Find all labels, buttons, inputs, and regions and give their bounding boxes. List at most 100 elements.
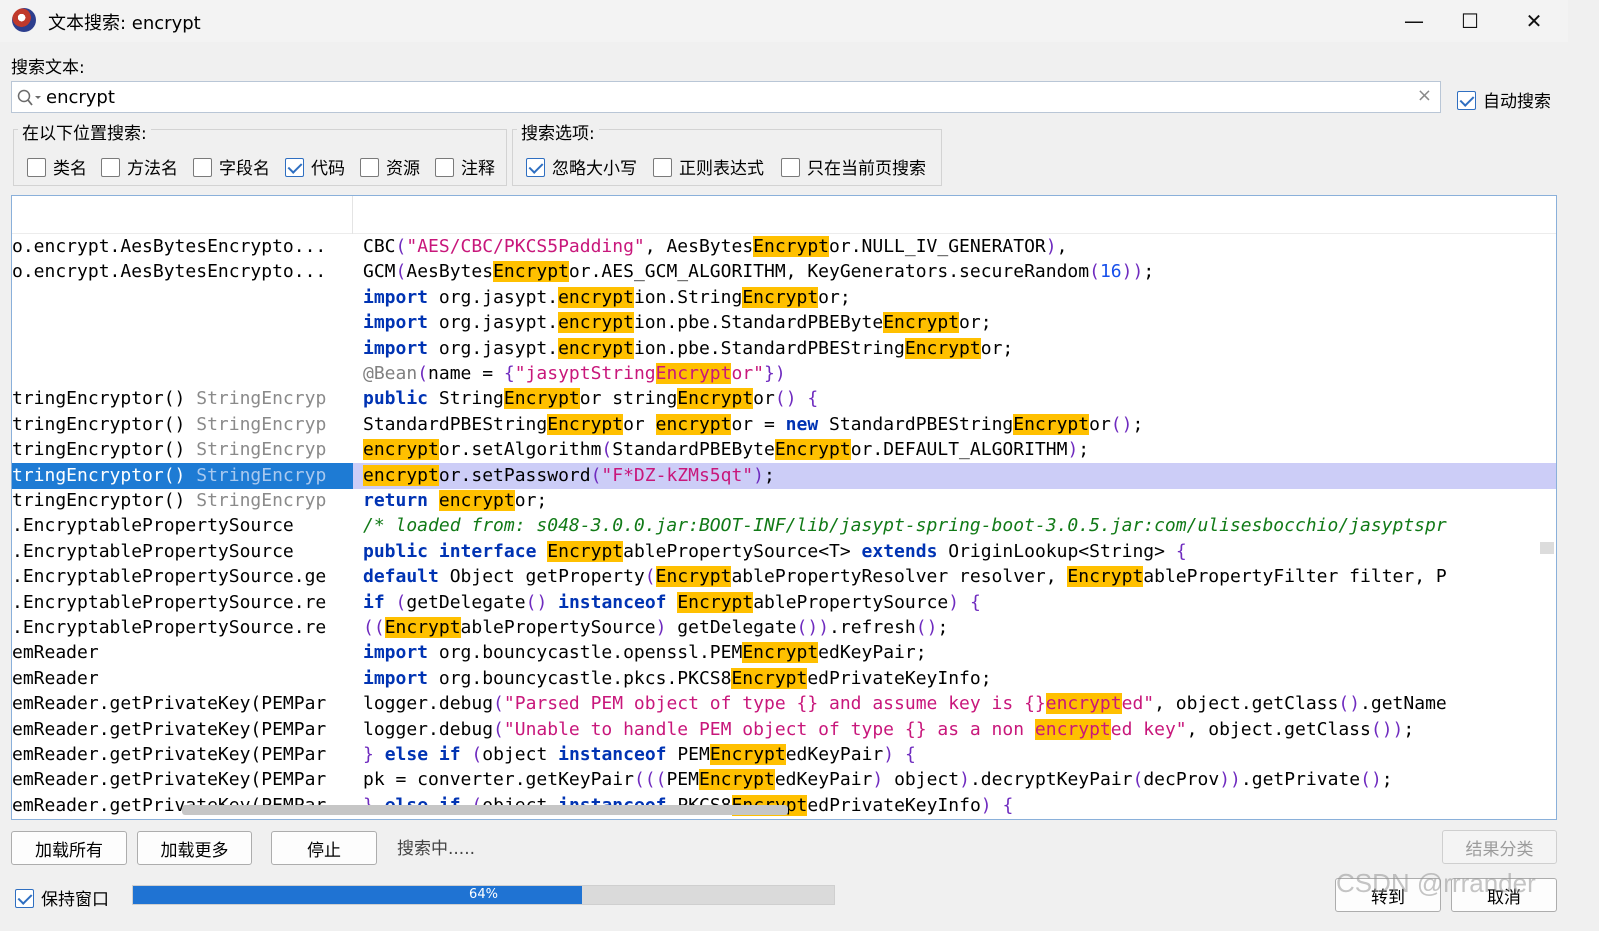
result-row[interactable]: emReader.getPrivateKey(PEMPar } else if (… (12, 742, 1556, 768)
scope-field-checkbox[interactable]: 字段名 (193, 154, 270, 179)
clear-search-icon[interactable]: × (1417, 85, 1432, 106)
option-label: 正则表达式 (679, 159, 764, 179)
result-node: emReader.getPrivateKey(PEMPar (12, 769, 327, 791)
result-node: .EncryptablePropertySource.re (12, 591, 327, 613)
result-row[interactable]: emReader import org.bouncycastle.pkcs.PKC… (12, 666, 1556, 692)
result-row[interactable]: tringEncryptor() StringEncryp public Stri… (12, 386, 1556, 412)
checkbox-icon (101, 158, 120, 177)
scope-class-checkbox[interactable]: 类名 (27, 154, 87, 179)
result-row[interactable]: emReader.getPrivateKey(PEMPar logger.debu… (12, 691, 1556, 717)
search-input[interactable]: encrypt × (11, 81, 1441, 113)
checkbox-icon (781, 158, 800, 177)
result-row[interactable]: .EncryptablePropertySource /* loaded from… (12, 513, 1556, 539)
results-table[interactable]: o.encrypt.AesBytesEncrypto... CBC("AES/CB… (11, 195, 1557, 820)
search-scope-title: 在以下位置搜索: (18, 119, 151, 144)
result-node: emReader (12, 667, 99, 689)
result-node: .EncryptablePropertySource.ge (12, 566, 327, 588)
result-code: import org.bouncycastle.pkcs.PKCS8Encryp… (363, 667, 992, 689)
scope-label: 注释 (461, 159, 495, 179)
result-row[interactable]: .EncryptablePropertySource.re if (getDele… (12, 590, 1556, 616)
checkbox-icon (360, 158, 379, 177)
result-row[interactable]: import org.jasypt.encryption.pbe.Standar… (12, 336, 1556, 362)
result-code: logger.debug("Unable to handle PEM objec… (363, 718, 1415, 740)
ignore-case-checkbox[interactable]: 忽略大小写 (526, 154, 637, 179)
result-row[interactable]: .EncryptablePropertySource public interfa… (12, 539, 1556, 565)
scope-label: 字段名 (219, 159, 270, 179)
result-node: tringEncryptor() StringEncryp (12, 439, 327, 461)
stop-button[interactable]: 停止 (271, 831, 377, 865)
result-code: CBC("AES/CBC/PKCS5Padding", AesBytesEncr… (363, 236, 1068, 257)
result-row[interactable]: tringEncryptor() StringEncryp encryptor.s… (12, 462, 1556, 489)
progress-text: 64% (469, 887, 498, 902)
group-results-button[interactable]: 结果分类 (1442, 830, 1557, 864)
result-row[interactable]: import org.jasypt.encryption.StringEncry… (12, 285, 1556, 311)
result-row[interactable]: emReader import org.bouncycastle.openssl.… (12, 640, 1556, 666)
result-node: emReader.getPrivateKey(PEMPar (12, 693, 327, 715)
result-row[interactable]: import org.jasypt.encryption.pbe.Standar… (12, 310, 1556, 336)
checkbox-icon (1457, 91, 1476, 110)
result-node: tringEncryptor() StringEncryp (12, 388, 327, 410)
title-bar: 文本搜索: encrypt — ☐ ✕ (0, 0, 1568, 42)
horizontal-scrollbar[interactable] (182, 805, 788, 815)
result-node: .EncryptablePropertySource (12, 515, 294, 537)
result-code: import org.jasypt.encryption.StringEncry… (363, 286, 851, 308)
search-options-title: 搜索选项: (517, 119, 599, 144)
result-row[interactable]: tringEncryptor() StringEncryp return encr… (12, 488, 1556, 514)
result-code: StandardPBEStringEncryptor encryptor = n… (363, 413, 1144, 435)
result-node: tringEncryptor() StringEncryp (12, 462, 353, 489)
search-label: 搜索文本: (11, 58, 85, 78)
keep-window-checkbox[interactable]: 保持窗口 (15, 885, 109, 910)
close-button[interactable]: ✕ (1506, 0, 1562, 42)
result-node: emReader (12, 642, 99, 664)
search-progress-bar: 64% (132, 885, 835, 905)
scope-code-checkbox[interactable]: 代码 (285, 154, 345, 179)
result-node: tringEncryptor() StringEncryp (12, 490, 327, 511)
close-icon: ✕ (1525, 9, 1543, 33)
scope-resource-checkbox[interactable]: 资源 (360, 154, 420, 179)
window-title: 文本搜索: encrypt (48, 13, 201, 34)
result-row[interactable]: .EncryptablePropertySource.ge default Obj… (12, 564, 1556, 590)
auto-search-label: 自动搜索 (1483, 92, 1551, 112)
result-code: public interface EncryptablePropertySour… (363, 540, 1187, 562)
result-code: default Object getProperty(EncryptablePr… (363, 566, 1447, 588)
vertical-scrollbar[interactable] (1540, 542, 1554, 554)
result-node: o.encrypt.AesBytesEncrypto... (12, 261, 327, 283)
result-row[interactable]: o.encrypt.AesBytesEncrypto... GCM(AesByte… (12, 259, 1556, 285)
option-label: 忽略大小写 (552, 159, 637, 179)
checkbox-icon (285, 158, 304, 177)
result-code: logger.debug("Parsed PEM object of type … (363, 693, 1447, 715)
regex-checkbox[interactable]: 正则表达式 (653, 154, 764, 179)
scope-method-checkbox[interactable]: 方法名 (101, 154, 178, 179)
minimize-button[interactable]: — (1386, 0, 1442, 42)
checkbox-icon (27, 158, 46, 177)
result-code: import org.bouncycastle.openssl.PEMEncry… (363, 642, 927, 664)
result-code: encryptor.setAlgorithm(StandardPBEByteEn… (363, 439, 1090, 461)
maximize-button[interactable]: ☐ (1442, 0, 1498, 42)
checkbox-icon (653, 158, 672, 177)
app-icon (12, 8, 36, 32)
search-value[interactable]: encrypt (46, 87, 115, 108)
result-row[interactable]: emReader.getPrivateKey(PEMPar pk = conver… (12, 767, 1556, 793)
result-row[interactable]: .EncryptablePropertySource.re ((Encryptab… (12, 615, 1556, 641)
result-code: } else if (object instanceof PEMEncrypte… (363, 744, 916, 765)
result-code: if (getDelegate() instanceof Encryptable… (363, 591, 981, 613)
current-page-checkbox[interactable]: 只在当前页搜索 (781, 154, 926, 179)
auto-search-checkbox[interactable]: 自动搜索 (1457, 87, 1551, 112)
watermark: CSDN @rrrander (1336, 868, 1536, 898)
result-code: pk = converter.getKeyPair(((PEMEncrypted… (363, 769, 1393, 791)
result-row[interactable]: tringEncryptor() StringEncryp encryptor.s… (12, 437, 1556, 463)
scope-comment-checkbox[interactable]: 注释 (435, 154, 495, 179)
search-icon (17, 89, 41, 106)
result-code: /* loaded from: s048-3.0.0.jar:BOOT-INF/… (363, 515, 1447, 537)
result-node: emReader.getPrivateKey(PEMPar (12, 744, 327, 765)
load-more-button[interactable]: 加载更多 (137, 831, 252, 865)
search-status: 搜索中..... (397, 839, 476, 859)
load-all-button[interactable]: 加载所有 (11, 831, 127, 865)
result-code: ((EncryptablePropertySource) getDelegate… (363, 617, 949, 638)
result-row[interactable]: o.encrypt.AesBytesEncrypto... CBC("AES/CB… (12, 234, 1556, 260)
result-row[interactable]: tringEncryptor() StringEncryp StandardPBE… (12, 412, 1556, 438)
column-divider[interactable] (352, 196, 353, 234)
result-row[interactable]: @Bean(name = {"jasyptStringEncryptor"}) (12, 361, 1556, 387)
result-row[interactable]: emReader.getPrivateKey(PEMPar logger.debu… (12, 717, 1556, 743)
maximize-icon: ☐ (1461, 9, 1479, 33)
